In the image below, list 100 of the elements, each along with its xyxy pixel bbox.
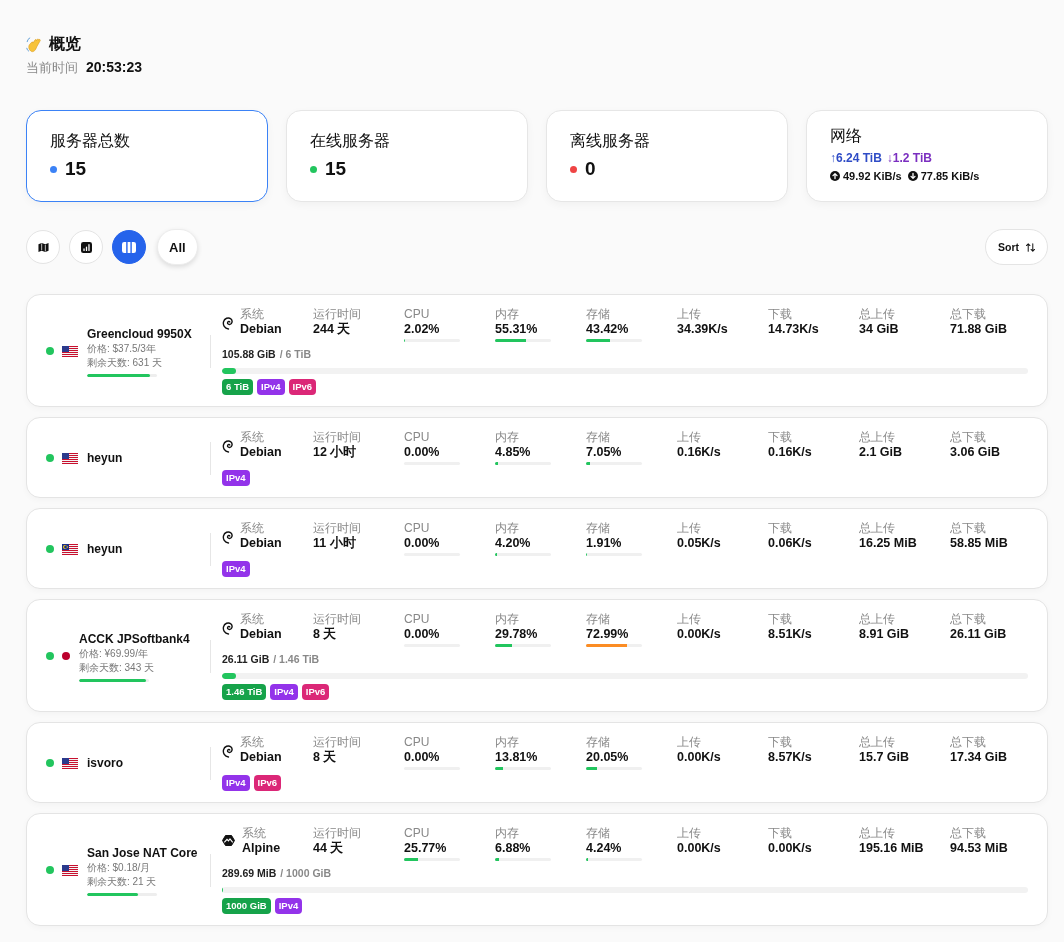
metric-value: 0.05K/s <box>677 536 722 551</box>
metric-value: 4.20% <box>495 536 532 551</box>
metric-label: 上传 <box>677 521 702 536</box>
metric-value: 25.77% <box>404 841 448 856</box>
metric-label: 总上传 <box>859 430 896 445</box>
download-arrow-icon <box>907 171 918 181</box>
server-card[interactable]: heyun 系统 Debian 运行时间 12 小时 CPU 0.00% 内存 4.85% 存储 7.05% 上传 0.16K/s 下载 0.16K/s 总上传 2.1 GiB 总下载 3.06 GiB IPv4 <box>26 417 1048 498</box>
metric-label: 内存 <box>495 826 520 841</box>
group-tab[interactable]: All <box>157 229 198 265</box>
metric-value: 3.06 GiB <box>950 445 1002 460</box>
upload-arrow-icon <box>830 171 840 181</box>
metric-value: 43.42% <box>586 322 630 337</box>
traffic-used: 105.88 GiB <box>222 348 276 361</box>
metric-label: CPU <box>404 612 431 627</box>
ip-tag: IPv4 <box>222 775 250 791</box>
stat-card[interactable]: 离线服务器 0 <box>546 110 788 202</box>
metric-label: 上传 <box>677 307 702 322</box>
metric-value: 55.31% <box>495 322 539 337</box>
metric-value: 34.39K/s <box>677 322 729 337</box>
ip-tag: IPv6 <box>253 775 282 791</box>
flag-icon <box>62 864 78 876</box>
server-price: 价格: $37.5/3年 <box>87 341 157 356</box>
metric-label: 总下载 <box>950 521 987 536</box>
metric-value: 0.00K/s <box>677 841 722 856</box>
os-name: Debian <box>240 750 282 765</box>
stat-card[interactable]: 在线服务器 15 <box>286 110 528 202</box>
flag-icon <box>62 345 78 357</box>
metric-value: 0.00% <box>404 627 441 642</box>
stat-title: 服务器总数 <box>50 131 131 151</box>
metric-value: 94.53 MiB <box>950 841 1009 856</box>
metric-label: 运行时间 <box>313 612 362 627</box>
server-name: heyun <box>87 541 123 557</box>
current-time: 20:53:23 <box>86 59 143 75</box>
metric-label: 总上传 <box>859 826 896 841</box>
traffic-used: 289.69 MiB <box>222 867 277 880</box>
metric-label: 内存 <box>495 521 520 536</box>
columns-view-button[interactable] <box>112 230 146 264</box>
metric-label: 总上传 <box>859 521 896 536</box>
metric-value: 44 天 <box>313 841 345 856</box>
metric-value: 34 GiB <box>859 322 900 337</box>
metric-value: 4.85% <box>495 445 532 460</box>
metric-value: 2.02% <box>404 322 441 337</box>
metric-label: 运行时间 <box>313 735 362 750</box>
time-label: 当前时间 <box>26 59 78 77</box>
metric-label: 系统 <box>240 307 265 322</box>
stat-title: 在线服务器 <box>310 131 391 151</box>
metric-value: 0.00% <box>404 445 441 460</box>
metric-label: 运行时间 <box>313 826 362 841</box>
server-card[interactable]: heyun 系统 Debian 运行时间 11 小时 CPU 0.00% 内存 4.20% 存储 1.91% 上传 0.05K/s 下载 0.06K/s 总上传 16.25 MiB 总下载 58.85 MiB IPv4 <box>26 508 1048 589</box>
metric-value: 0.00K/s <box>677 750 722 765</box>
metric-label: 上传 <box>677 612 702 627</box>
metric-label: 下载 <box>768 430 793 445</box>
metric-label: 系统 <box>240 612 265 627</box>
server-card[interactable]: San Jose NAT Core 价格: $0.18/月 剩余天数: 21 天 系统 Alpine 运行时间 44 天 CPU 25.77% 内存 6.88% 存储 4.24% 上传 0.00K/s 下载 0.00K/s 总上传 195.16 MiB 总下载 94.53 MiB 289.69 MiB / 1000 GiB 1000 GiB IPv4 <box>26 813 1048 926</box>
swirl-icon <box>222 530 233 544</box>
metric-label: 内存 <box>495 612 520 627</box>
metric-label: 系统 <box>240 735 265 750</box>
metric-label: 运行时间 <box>313 430 362 445</box>
sort-button[interactable]: Sort <box>985 229 1048 265</box>
bar-chart-view-button[interactable] <box>69 230 103 264</box>
server-name: ACCK JPSoftbank4 <box>79 630 190 647</box>
metric-value: 17.34 GiB <box>950 750 1008 765</box>
metric-label: 存储 <box>586 612 611 627</box>
ip-tag: IPv4 <box>222 470 250 486</box>
metric-value: 7.05% <box>586 445 623 460</box>
metric-label: 存储 <box>586 521 611 536</box>
server-card[interactable]: Greencloud 9950X 价格: $37.5/3年 剩余天数: 631 天 系统 Debian 运行时间 244 天 CPU 2.02% 内存 55.31% 存储 43.42% 上传 34.39K/s 下载 14.73K/s 总上传 34 GiB 总下载 71.88 GiB 105.88 GiB / 6 TiB 6 TiB IPv4 IPv6 <box>26 294 1048 407</box>
metric-label: CPU <box>404 735 431 750</box>
map-icon <box>37 241 49 253</box>
metric-value: 8 天 <box>313 750 338 765</box>
metric-value: 6.88% <box>495 841 532 856</box>
stat-title: 离线服务器 <box>570 131 651 151</box>
metric-label: CPU <box>404 430 431 445</box>
swirl-icon <box>222 744 233 758</box>
metric-value: 26.11 GiB <box>950 627 1008 642</box>
remaining-days: 剩余天数: 343 天 <box>79 660 190 675</box>
metric-label: 内存 <box>495 307 520 322</box>
columns-icon <box>122 241 136 253</box>
stat-card[interactable]: 服务器总数 15 <box>26 110 268 202</box>
metric-value: 195.16 MiB <box>859 841 925 856</box>
server-card[interactable]: isvoro 系统 Debian 运行时间 8 天 CPU 0.00% 内存 13.81% 存储 20.05% 上传 0.00K/s 下载 8.57K/s 总上传 15.7 GiB 总下载 17.34 GiB IPv4 IPv6 <box>26 722 1048 803</box>
waving-hand-icon <box>26 35 43 53</box>
server-name: heyun <box>87 450 123 466</box>
metric-value: 16.25 MiB <box>859 536 918 551</box>
metric-value: 29.78% <box>495 627 539 642</box>
server-price: 价格: $0.18/月 <box>87 860 152 875</box>
metric-label: 总下载 <box>950 430 987 445</box>
metric-label: 下载 <box>768 735 793 750</box>
metric-label: 下载 <box>768 612 793 627</box>
metric-value: 0.00K/s <box>768 841 813 856</box>
metric-label: 存储 <box>586 826 611 841</box>
server-card[interactable]: ACCK JPSoftbank4 价格: ¥69.99/年 剩余天数: 343 天 系统 Debian 运行时间 8 天 CPU 0.00% 内存 29.78% 存储 72.99% 上传 0.00K/s 下载 8.51K/s 总上传 8.91 GiB 总下载 26.11 GiB 26.11 GiB / 1.46 TiB 1.46 TiB IPv4 IPv6 <box>26 599 1048 712</box>
metric-value: 8.57K/s <box>768 750 813 765</box>
map-view-button[interactable] <box>26 230 60 264</box>
traffic-quota-tag: 1000 GiB <box>222 898 271 914</box>
metric-label: 下载 <box>768 521 793 536</box>
metric-value: 2.1 GiB <box>859 445 904 460</box>
stat-card[interactable]: 网络 ↑6.24 TiB ↓1.2 TiB 49.92 KiB/s 77.85 KiB/s <box>806 110 1048 202</box>
metric-value: 0.00% <box>404 750 441 765</box>
flag-icon <box>62 652 70 660</box>
